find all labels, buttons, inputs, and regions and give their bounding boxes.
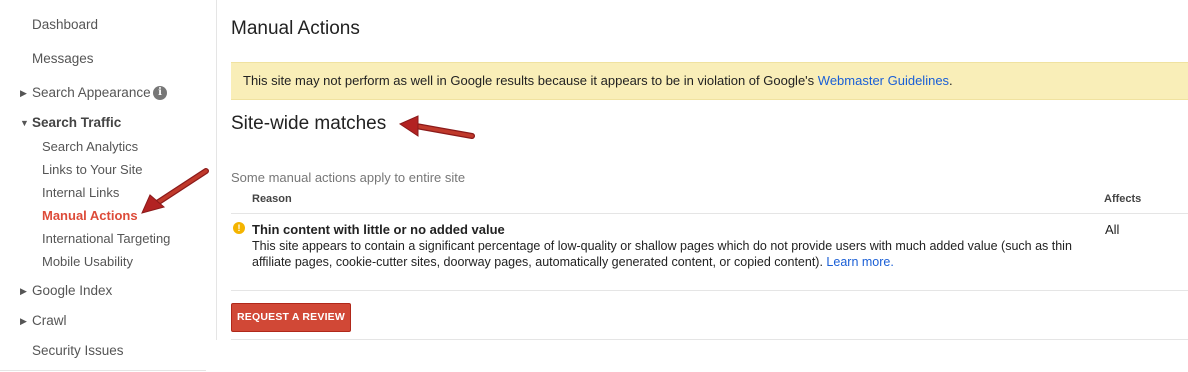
caret-right-icon[interactable]: ▶ [20, 286, 27, 297]
caret-down-icon[interactable]: ▼ [20, 118, 29, 128]
table-header-divider [231, 213, 1188, 214]
sidebar-item-messages[interactable]: Messages [32, 51, 94, 66]
caret-right-icon[interactable]: ▶ [20, 316, 27, 327]
section-title: Site-wide matches [231, 113, 387, 134]
sidebar-item-search-appearance[interactable]: Search Appearance [32, 85, 151, 100]
sidebar-item-search-traffic[interactable]: Search Traffic [32, 115, 121, 130]
sidebar-subitem-links-to-your-site[interactable]: Links to Your Site [42, 162, 142, 177]
sidebar-subitem-search-analytics[interactable]: Search Analytics [42, 139, 138, 154]
sidebar-subitem-international-targeting[interactable]: International Targeting [42, 231, 170, 246]
sidebar-divider [0, 370, 206, 371]
info-icon[interactable]: i [153, 86, 167, 100]
issue-description: This site appears to contain a significa… [252, 238, 1092, 270]
sidebar-subitem-mobile-usability[interactable]: Mobile Usability [42, 254, 133, 269]
alert-text: This site may not perform as well in Goo… [243, 73, 818, 88]
warning-icon: ! [233, 222, 245, 234]
bottom-divider [231, 339, 1188, 340]
webmaster-guidelines-link[interactable]: Webmaster Guidelines [818, 73, 949, 88]
caret-right-icon[interactable]: ▶ [20, 88, 27, 99]
request-review-button[interactable]: REQUEST A REVIEW [231, 303, 351, 332]
table-row-divider [231, 290, 1188, 291]
sidebar-item-security-issues[interactable]: Security Issues [32, 343, 124, 358]
sidebar-subitem-manual-actions[interactable]: Manual Actions [42, 208, 138, 223]
red-arrow-icon [141, 168, 209, 214]
issue-description-text: This site appears to contain a significa… [252, 239, 1072, 269]
alert-banner: This site may not perform as well in Goo… [231, 62, 1188, 100]
column-header-affects: Affects [1104, 193, 1142, 205]
column-header-reason: Reason [252, 193, 292, 205]
sidebar-item-google-index[interactable]: Google Index [32, 283, 112, 298]
red-arrow-icon [398, 115, 475, 139]
page-title: Manual Actions [231, 18, 360, 39]
issue-title: Thin content with little or no added val… [252, 222, 505, 237]
learn-more-link[interactable]: Learn more. [826, 255, 893, 269]
sidebar-item-dashboard[interactable]: Dashboard [32, 17, 98, 32]
section-subtitle: Some manual actions apply to entire site [231, 170, 466, 185]
alert-suffix: . [949, 73, 953, 88]
sidebar-subitem-internal-links[interactable]: Internal Links [42, 185, 119, 200]
sidebar-item-crawl[interactable]: Crawl [32, 313, 67, 328]
affects-value: All [1105, 222, 1120, 237]
